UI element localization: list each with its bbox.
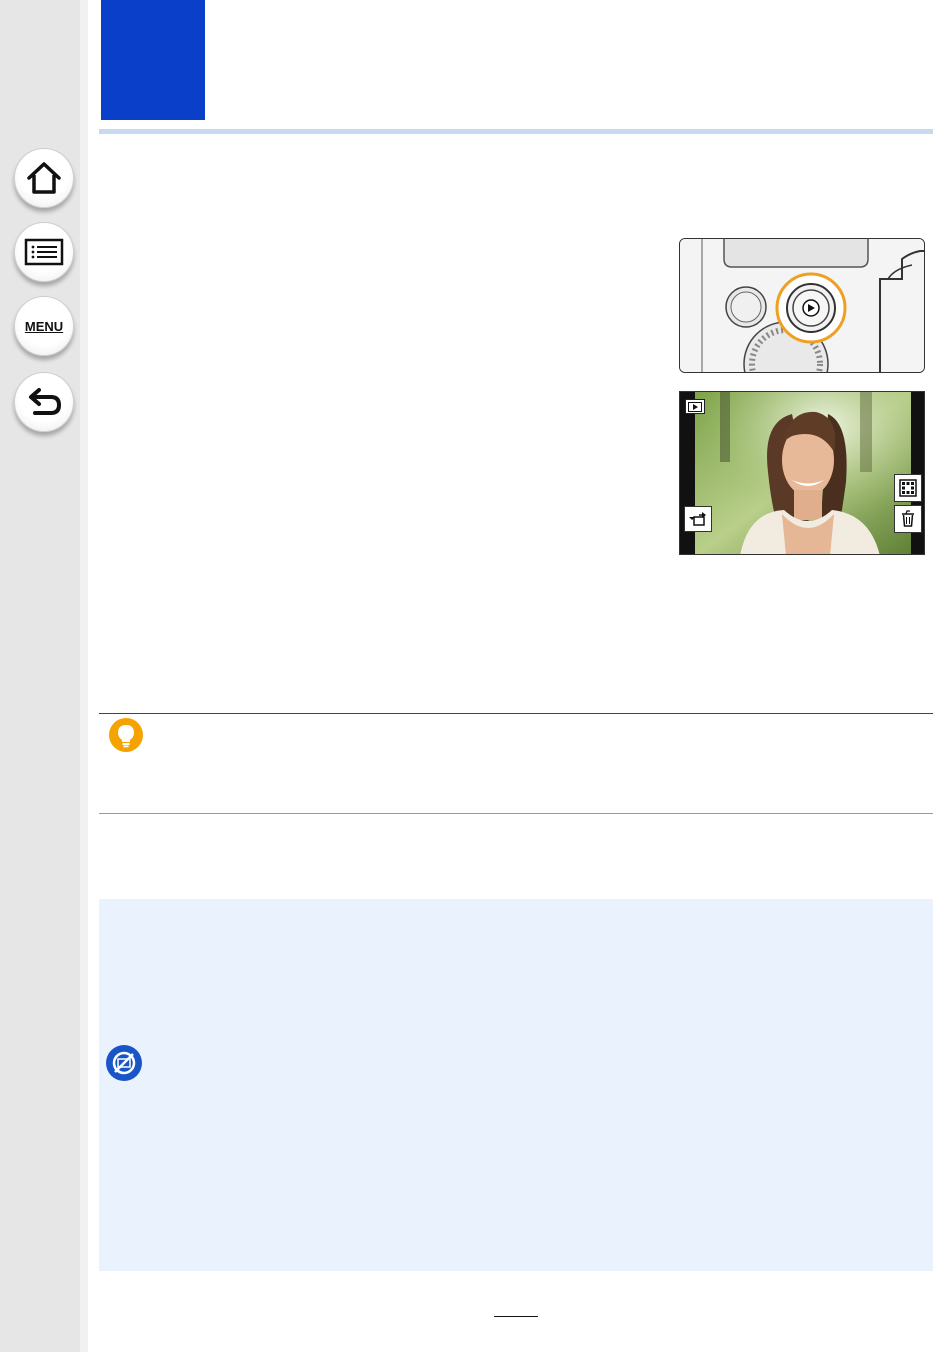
back-arrow-icon (29, 388, 62, 415)
delete-icon[interactable] (894, 505, 922, 533)
chapter-marker (101, 0, 205, 120)
playback-screen-illustration (679, 391, 925, 555)
tip-divider-top (99, 713, 933, 714)
lightbulb-icon (109, 718, 143, 752)
menu-icon: MENU (24, 318, 64, 334)
navigation-sidebar: MENU (0, 0, 88, 1352)
send-image-icon[interactable] (684, 506, 712, 532)
tip-divider-bottom (99, 813, 933, 814)
multi-playback-icon[interactable] (894, 474, 922, 502)
playback-mode-icon (685, 399, 705, 414)
page-number (494, 1300, 538, 1317)
title-divider (99, 129, 933, 134)
not-available-icon (106, 1045, 142, 1081)
contents-button[interactable] (14, 222, 74, 282)
list-icon (24, 238, 64, 266)
home-button[interactable] (14, 148, 74, 208)
note-panel (99, 899, 933, 1271)
playback-button-illustration (679, 238, 925, 373)
back-button[interactable] (14, 372, 74, 432)
home-icon (27, 162, 61, 194)
menu-button[interactable]: MENU (14, 296, 74, 356)
